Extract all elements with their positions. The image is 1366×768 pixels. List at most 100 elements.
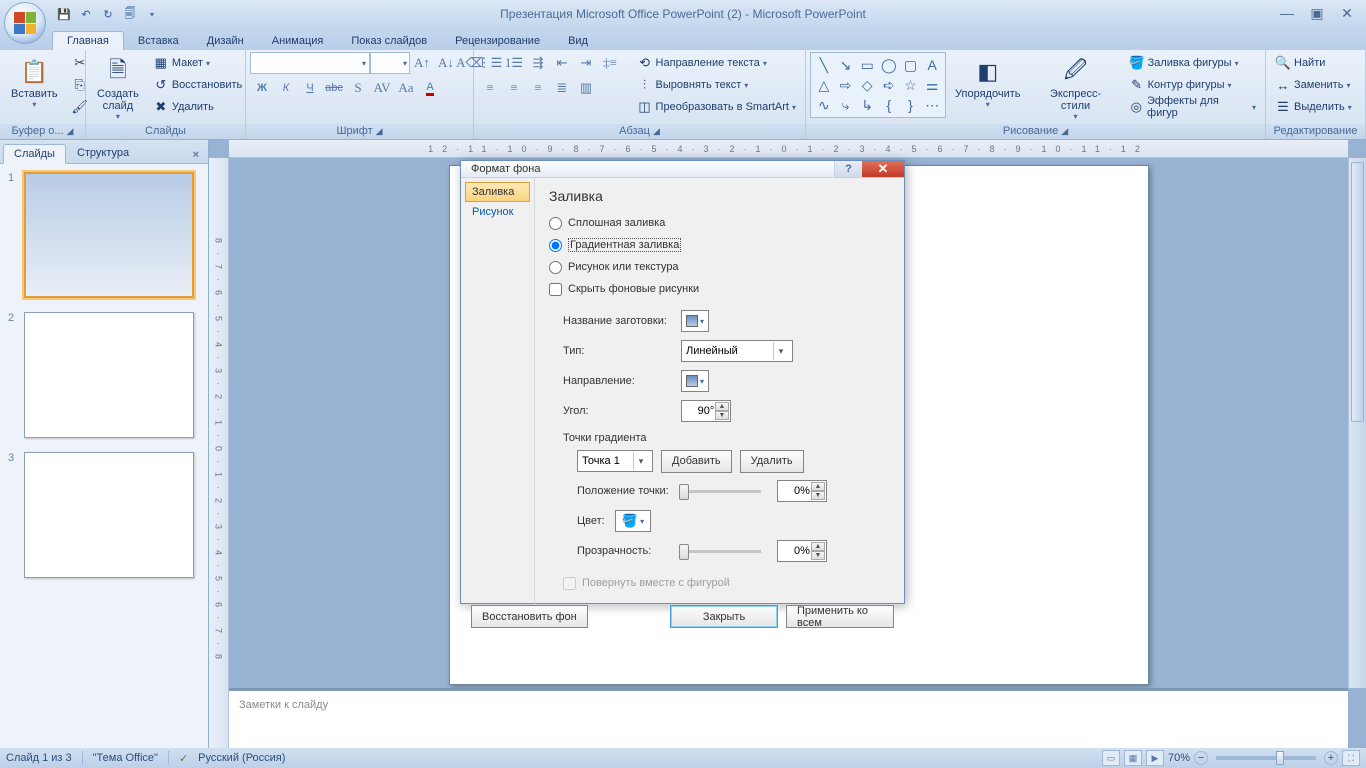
dialog-help-button[interactable]: ? (834, 161, 862, 177)
shape-outline-button[interactable]: ✎Контур фигуры▾ (1124, 74, 1261, 96)
zoom-in-button[interactable]: + (1324, 751, 1338, 765)
paste-button[interactable]: 📋Вставить▾ (4, 52, 65, 110)
undo-icon[interactable]: ↶ (76, 4, 96, 24)
slider-thumb[interactable] (679, 484, 689, 500)
bold-button[interactable]: Ж (250, 77, 274, 99)
stop-position-slider[interactable] (681, 490, 761, 493)
spellcheck-icon[interactable]: ✓ (179, 752, 188, 765)
delete-button[interactable]: ✖Удалить (148, 96, 247, 118)
tab-slideshow[interactable]: Показ слайдов (337, 32, 441, 50)
shape-text-icon[interactable]: A (921, 55, 943, 75)
shape-line-icon[interactable]: ╲ (813, 55, 835, 75)
clipboard-launcher-icon[interactable]: ◢ (67, 126, 74, 137)
check-hide-graphics[interactable]: Скрыть фоновые рисунки (549, 280, 890, 298)
sorter-view-button[interactable]: ▦ (1124, 750, 1142, 766)
arrange-button[interactable]: ◧Упорядочить▾ (948, 52, 1027, 110)
shape-brace2-icon[interactable]: } (900, 95, 922, 115)
new-slide-button[interactable]: 🗎Создать слайд▾ (90, 52, 146, 122)
transparency-slider[interactable] (681, 550, 761, 553)
add-stop-button[interactable]: Добавить (661, 450, 732, 473)
font-size-combo[interactable]: ▾ (370, 52, 410, 74)
align-text-button[interactable]: ⫶Выровнять текст▾ (632, 74, 801, 96)
tab-home[interactable]: Главная (52, 31, 124, 50)
vertical-scrollbar[interactable] (1348, 158, 1366, 688)
tab-review[interactable]: Рецензирование (441, 32, 554, 50)
align-center-button[interactable]: ≡ (502, 77, 526, 99)
qat-customize-icon[interactable]: ▾ (142, 4, 162, 24)
slider-thumb[interactable] (679, 544, 689, 560)
reset-background-button[interactable]: Восстановить фон (471, 605, 588, 628)
tab-slides[interactable]: Слайды (3, 144, 66, 164)
stop-combo[interactable]: Точка 1▾ (577, 450, 653, 472)
remove-stop-button[interactable]: Удалить (740, 450, 804, 473)
grow-font-button[interactable]: A↑ (410, 52, 434, 74)
shape-conn-icon[interactable]: ⤷ (835, 95, 857, 115)
shape-rarrow2-icon[interactable]: ➪ (878, 75, 900, 95)
change-case-button[interactable]: Aa (394, 77, 418, 99)
underline-button[interactable]: Ч (298, 77, 322, 99)
dialog-titlebar[interactable]: Формат фона ? ✕ (461, 161, 904, 178)
shape-ellipse-icon[interactable]: ◯ (878, 55, 900, 75)
tab-design[interactable]: Дизайн (193, 32, 258, 50)
convert-smartart-button[interactable]: ◫Преобразовать в SmartArt▾ (632, 96, 801, 118)
shadow-button[interactable]: S (346, 77, 370, 99)
numbering-button[interactable]: 1☰ (502, 52, 526, 74)
font-launcher-icon[interactable]: ◢ (376, 126, 383, 137)
notes-pane[interactable]: Заметки к слайду (229, 688, 1348, 748)
shape-curve-icon[interactable]: ∿ (813, 95, 835, 115)
shape-rect-icon[interactable]: ▭ (856, 55, 878, 75)
shapes-gallery[interactable]: ╲↘▭◯▢A △⇨◇➪☆⚌ ∿⤷↳{}⋯ (810, 52, 946, 118)
quick-print-icon[interactable]: 🗐 (120, 4, 140, 24)
zoom-slider[interactable] (1216, 756, 1316, 760)
zoom-out-button[interactable]: − (1194, 751, 1208, 765)
align-left-button[interactable]: ≡ (478, 77, 502, 99)
radio-solid-fill[interactable]: Сплошная заливка (549, 214, 890, 232)
tab-animation[interactable]: Анимация (258, 32, 338, 50)
dialog-close-button[interactable]: ✕ (862, 161, 904, 177)
preset-combo[interactable]: ▾ (681, 310, 709, 332)
angle-spinner[interactable]: 90°▲▼ (681, 400, 731, 422)
font-color-button[interactable]: A (418, 77, 442, 99)
align-right-button[interactable]: ≡ (526, 77, 550, 99)
shrink-font-button[interactable]: A↓ (434, 52, 458, 74)
save-icon[interactable]: 💾 (54, 4, 74, 24)
thumbnail-3[interactable]: 3 (8, 452, 200, 578)
minimize-icon[interactable]: — (1276, 4, 1298, 22)
shape-diamond-icon[interactable]: ◇ (856, 75, 878, 95)
paragraph-launcher-icon[interactable]: ◢ (653, 126, 660, 137)
shape-effects-button[interactable]: ◎Эффекты для фигур▾ (1124, 96, 1261, 118)
redo-icon[interactable]: ↻ (98, 4, 118, 24)
zoom-label[interactable]: 70% (1168, 752, 1190, 764)
tab-outline[interactable]: Структура (66, 143, 140, 163)
quick-styles-button[interactable]: 🖉Экспресс-стили▾ (1030, 52, 1122, 122)
shape-star-icon[interactable]: ☆ (900, 75, 922, 95)
nav-picture[interactable]: Рисунок (465, 202, 530, 222)
slideshow-view-button[interactable]: ▶ (1146, 750, 1164, 766)
fit-window-button[interactable]: ⛶ (1342, 750, 1360, 766)
drawing-launcher-icon[interactable]: ◢ (1061, 126, 1068, 137)
shape-arrow-icon[interactable]: ↘ (835, 55, 857, 75)
apply-all-button[interactable]: Применить ко всем (786, 605, 894, 628)
office-button[interactable] (4, 2, 46, 44)
inc-indent-button[interactable]: ⇥ (574, 52, 598, 74)
radio-picture-fill[interactable]: Рисунок или текстура (549, 258, 890, 276)
normal-view-button[interactable]: ▭ (1102, 750, 1120, 766)
shape-more-icon[interactable]: ⋯ (921, 95, 943, 115)
reset-button[interactable]: ↺Восстановить (148, 74, 247, 96)
strike-button[interactable]: abc (322, 77, 346, 99)
color-picker[interactable]: 🪣▾ (615, 510, 651, 532)
thumbnail-1[interactable]: 1 (8, 172, 200, 298)
shape-rarrow-icon[interactable]: ⇨ (835, 75, 857, 95)
direction-combo[interactable]: ▾ (681, 370, 709, 392)
stop-position-spinner[interactable]: 0%▲▼ (777, 480, 827, 502)
maximize-icon[interactable]: ▣ (1306, 4, 1328, 22)
select-button[interactable]: ☰Выделить▾ (1270, 96, 1357, 118)
replace-button[interactable]: ↔Заменить▾ (1270, 74, 1357, 96)
italic-button[interactable]: К (274, 77, 298, 99)
tab-view[interactable]: Вид (554, 32, 602, 50)
type-combo[interactable]: Линейный▾ (681, 340, 793, 362)
shape-brace-icon[interactable]: { (878, 95, 900, 115)
bullets-button[interactable]: ⋮☰ (478, 52, 502, 74)
find-button[interactable]: 🔍Найти (1270, 52, 1357, 74)
shape-tri-icon[interactable]: △ (813, 75, 835, 95)
